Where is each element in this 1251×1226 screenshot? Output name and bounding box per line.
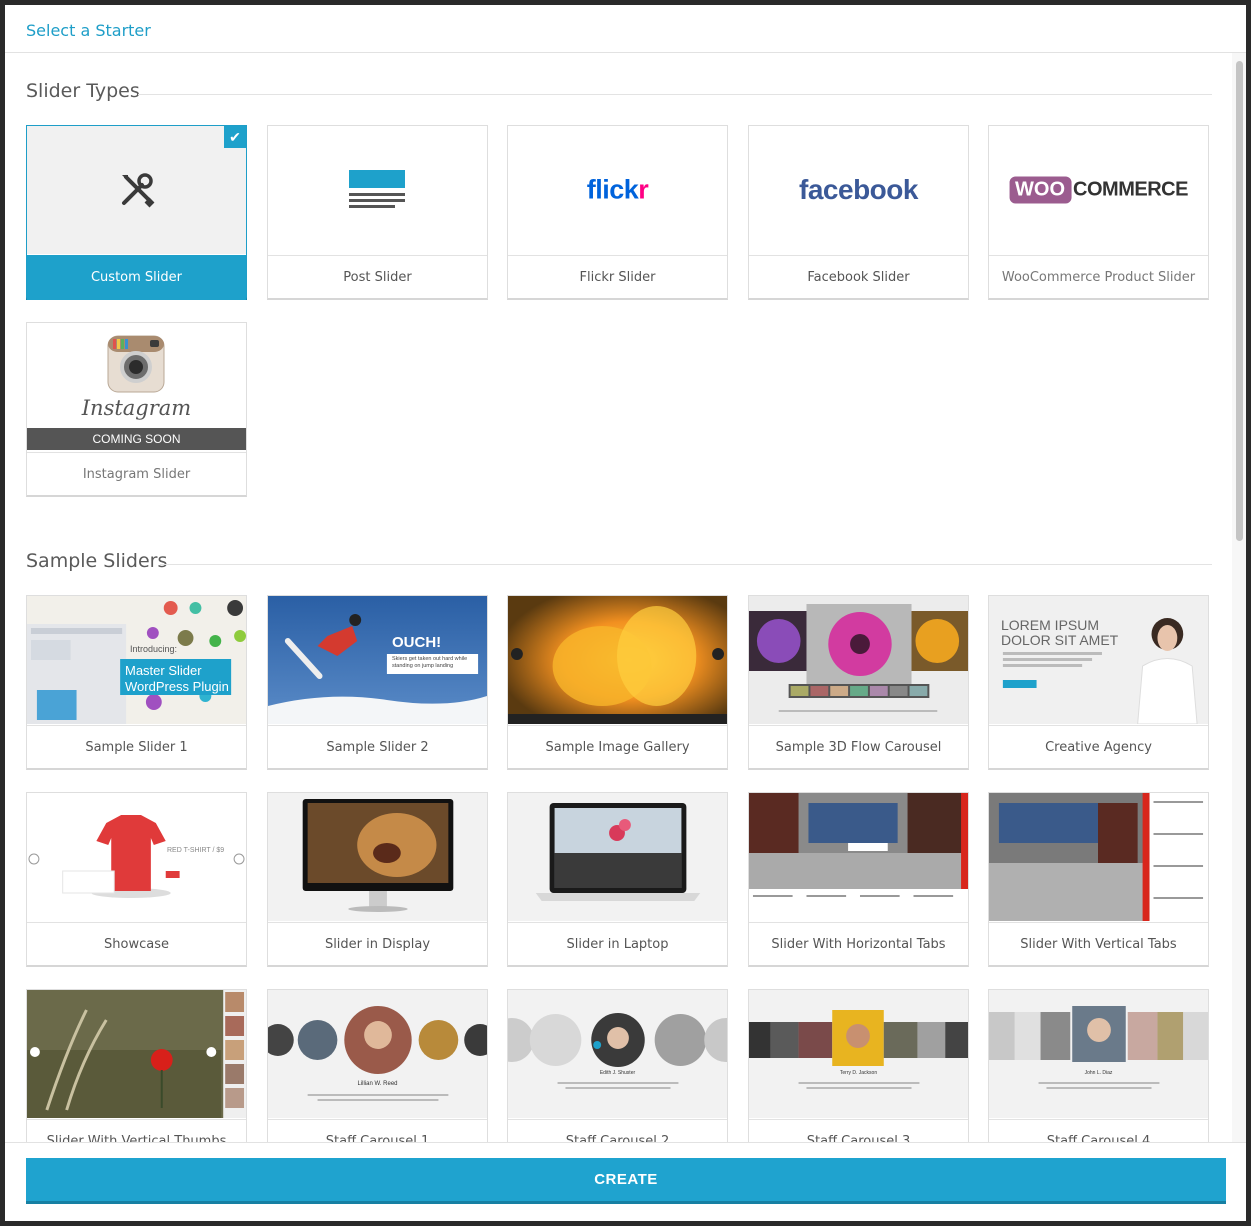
sample-slider-1-image bbox=[27, 596, 246, 724]
sample-3d-flow-carousel[interactable]: Sample 3D Flow Carousel bbox=[748, 595, 969, 770]
card-thumbnail bbox=[508, 793, 727, 921]
card-label: Staff Carousel 3 bbox=[749, 1119, 968, 1143]
card-label: Staff Carousel 1 bbox=[268, 1119, 487, 1143]
slider-type-post[interactable]: Post Slider bbox=[267, 125, 488, 300]
dialog-header: Select a Starter bbox=[5, 5, 1246, 53]
card-label: Showcase bbox=[27, 922, 246, 967]
card-label: Facebook Slider bbox=[749, 255, 968, 300]
sample-image-gallery-image bbox=[508, 596, 727, 724]
showcase-image bbox=[27, 793, 246, 921]
woocommerce-logo: WOO COMMERCE bbox=[1009, 176, 1188, 204]
coming-soon-badge: COMING SOON bbox=[27, 428, 246, 450]
slider-horizontal-tabs[interactable]: Slider With Horizontal Tabs bbox=[748, 792, 969, 967]
card-thumbnail: RED T-SHIRT / $9 bbox=[27, 793, 246, 921]
card-thumbnail bbox=[749, 793, 968, 921]
creative-agency-image bbox=[989, 596, 1208, 724]
sample-slider-2[interactable]: OUCH! Skiers get taken out hard while st… bbox=[267, 595, 488, 770]
card-thumbnail: Introducing: Master Slider WordPress Plu… bbox=[27, 596, 246, 724]
scrollbar-thumb[interactable] bbox=[1236, 61, 1243, 541]
slider-in-laptop-image bbox=[508, 793, 727, 921]
section-divider bbox=[138, 94, 1212, 95]
staff-carousel-1[interactable]: Lillian W. Reed Staff Carousel 1 bbox=[267, 989, 488, 1143]
slider-type-woocommerce[interactable]: WOO COMMERCE WooCommerce Product Slider bbox=[988, 125, 1209, 300]
creative-agency[interactable]: LOREM IPSUM DOLOR SIT AMET Creative Agen… bbox=[988, 595, 1209, 770]
card-label: Custom Slider bbox=[27, 255, 246, 300]
card-thumbnail: WOO COMMERCE bbox=[989, 126, 1208, 254]
card-thumbnail: LOREM IPSUM DOLOR SIT AMET bbox=[989, 596, 1208, 724]
showcase[interactable]: RED T-SHIRT / $9 Showcase bbox=[26, 792, 247, 967]
card-thumbnail: John L. Diaz bbox=[989, 990, 1208, 1118]
facebook-logo: facebook bbox=[799, 174, 918, 205]
dialog-title: Select a Starter bbox=[26, 21, 151, 40]
slider-vertical-tabs-image bbox=[989, 793, 1208, 921]
tools-icon bbox=[121, 173, 154, 208]
card-thumbnail bbox=[508, 596, 727, 724]
sample-sliders-heading: Sample Sliders bbox=[26, 550, 168, 572]
card-label: Slider in Laptop bbox=[508, 922, 727, 967]
sample-image-gallery[interactable]: Sample Image Gallery bbox=[507, 595, 728, 770]
slider-type-instagram[interactable]: Instagram COMING SOON Instagram Slider bbox=[26, 322, 247, 497]
staff-carousel-1-image bbox=[268, 990, 487, 1118]
card-thumbnail: Edith J. Shuster bbox=[508, 990, 727, 1118]
card-thumbnail: OUCH! Skiers get taken out hard while st… bbox=[268, 596, 487, 724]
staff-carousel-4-image bbox=[989, 990, 1208, 1118]
card-label: Flickr Slider bbox=[508, 255, 727, 300]
card-thumbnail bbox=[27, 126, 246, 254]
card-label: Sample Slider 2 bbox=[268, 725, 487, 770]
slider-vertical-thumbs[interactable]: Slider With Vertical Thumbs bbox=[26, 989, 247, 1143]
instagram-camera-icon bbox=[107, 335, 165, 393]
slider-vertical-thumbs-image bbox=[27, 990, 246, 1118]
card-thumbnail: Instagram COMING SOON bbox=[27, 323, 246, 451]
staff-carousel-3[interactable]: Terry D. Jackson Staff Carousel 3 bbox=[748, 989, 969, 1143]
card-thumbnail: facebook bbox=[749, 126, 968, 254]
slider-type-facebook[interactable]: facebook Facebook Slider bbox=[748, 125, 969, 300]
slider-type-flickr[interactable]: flickr Flickr Slider bbox=[507, 125, 728, 300]
card-label: Staff Carousel 2 bbox=[508, 1119, 727, 1143]
card-thumbnail bbox=[749, 596, 968, 724]
card-thumbnail bbox=[989, 793, 1208, 921]
card-label: Post Slider bbox=[268, 255, 487, 300]
card-thumbnail bbox=[268, 126, 487, 254]
card-label: Slider With Vertical Thumbs bbox=[27, 1119, 246, 1143]
card-thumbnail: Terry D. Jackson bbox=[749, 990, 968, 1118]
instagram-logo: Instagram bbox=[81, 396, 192, 420]
staff-carousel-3-image bbox=[749, 990, 968, 1118]
card-label: Slider With Vertical Tabs bbox=[989, 922, 1208, 967]
card-label: Staff Carousel 4 bbox=[989, 1119, 1208, 1143]
staff-carousel-2[interactable]: Edith J. Shuster Staff Carousel 2 bbox=[507, 989, 728, 1143]
card-thumbnail bbox=[27, 990, 246, 1118]
section-divider bbox=[160, 564, 1212, 565]
staff-carousel-4[interactable]: John L. Diaz Staff Carousel 4 bbox=[988, 989, 1209, 1143]
slider-in-display[interactable]: Slider in Display bbox=[267, 792, 488, 967]
slider-in-display-image bbox=[268, 793, 487, 921]
sample-3d-flow-carousel-image bbox=[749, 596, 968, 724]
card-thumbnail: flickr bbox=[508, 126, 727, 254]
select-starter-dialog: Select a Starter Slider Types ✔ Custom S… bbox=[5, 5, 1246, 1221]
card-label: Slider in Display bbox=[268, 922, 487, 967]
dialog-footer: CREATE bbox=[5, 1142, 1246, 1221]
create-button[interactable]: CREATE bbox=[26, 1158, 1226, 1204]
selected-check-icon: ✔ bbox=[224, 126, 246, 148]
card-label: Instagram Slider bbox=[27, 452, 246, 497]
dialog-content[interactable]: Slider Types ✔ Custom Slider Post Slider… bbox=[5, 53, 1246, 1143]
card-label: Creative Agency bbox=[989, 725, 1208, 770]
card-thumbnail bbox=[268, 793, 487, 921]
slider-horizontal-tabs-image bbox=[749, 793, 968, 921]
card-label: Sample Image Gallery bbox=[508, 725, 727, 770]
slider-type-custom[interactable]: ✔ Custom Slider bbox=[26, 125, 247, 300]
card-label: Sample Slider 1 bbox=[27, 725, 246, 770]
slider-vertical-tabs[interactable]: Slider With Vertical Tabs bbox=[988, 792, 1209, 967]
card-label: WooCommerce Product Slider bbox=[989, 255, 1208, 300]
card-label: Sample 3D Flow Carousel bbox=[749, 725, 968, 770]
staff-carousel-2-image bbox=[508, 990, 727, 1118]
card-thumbnail: Lillian W. Reed bbox=[268, 990, 487, 1118]
flickr-logo: flickr bbox=[586, 174, 649, 205]
sample-slider-1[interactable]: Introducing: Master Slider WordPress Plu… bbox=[26, 595, 247, 770]
slider-types-heading: Slider Types bbox=[26, 80, 140, 102]
post-lines-icon bbox=[348, 170, 405, 208]
slider-in-laptop[interactable]: Slider in Laptop bbox=[507, 792, 728, 967]
card-label: Slider With Horizontal Tabs bbox=[749, 922, 968, 967]
